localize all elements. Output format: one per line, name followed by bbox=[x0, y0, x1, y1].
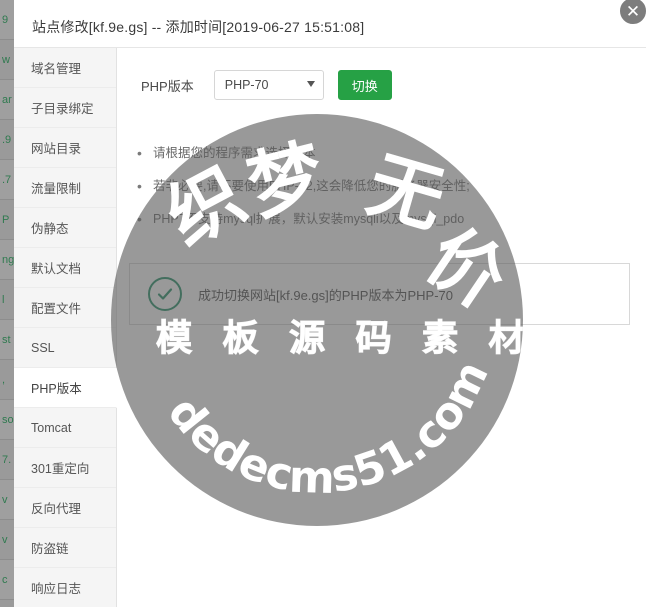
background-page-strip: 9 w ar .9 .7 P ng l st , so 7. v v c bbox=[0, 0, 14, 607]
dialog-sidebar: 域名管理 子目录绑定 网站目录 流量限制 伪静态 默认文档 配置文件 SSL P… bbox=[14, 48, 117, 607]
background-row: st bbox=[0, 320, 14, 360]
php-version-select[interactable]: PHP-70 bbox=[213, 70, 324, 100]
sidebar-item-response-log[interactable]: 响应日志 bbox=[14, 568, 116, 607]
background-row: so bbox=[0, 400, 14, 440]
background-row: v bbox=[0, 520, 14, 560]
background-row: 7. bbox=[0, 440, 14, 480]
sidebar-item-php-version[interactable]: PHP版本 bbox=[14, 368, 117, 408]
sidebar-item-config-file[interactable]: 配置文件 bbox=[14, 288, 116, 328]
php-notes-list: 请根据您的程序需求选择版本 若非必要,请不要使用PHP-52,这会降低您的服务器… bbox=[135, 145, 646, 228]
php-version-panel: PHP版本 PHP-70 切换 请根据您的程序需求选择版本 若非必要,请不要使用… bbox=[117, 48, 646, 607]
background-row: .9 bbox=[0, 120, 14, 160]
sidebar-item-tomcat[interactable]: Tomcat bbox=[14, 408, 116, 448]
sidebar-item-traffic-limit[interactable]: 流量限制 bbox=[14, 168, 116, 208]
success-alert-text: 成功切换网站[kf.9e.gs]的PHP版本为PHP-70 bbox=[198, 287, 453, 303]
background-row: .7 bbox=[0, 160, 14, 200]
background-row: ar bbox=[0, 80, 14, 120]
dialog-body: 域名管理 子目录绑定 网站目录 流量限制 伪静态 默认文档 配置文件 SSL P… bbox=[14, 48, 646, 607]
background-row: , bbox=[0, 360, 14, 400]
note-item: PHP7不支持mysql扩展，默认安装mysqli以及mysql_pdo bbox=[135, 211, 646, 228]
screen-root: 9 w ar .9 .7 P ng l st , so 7. v v c 站点修… bbox=[0, 0, 646, 607]
background-row: w bbox=[0, 40, 14, 80]
switch-button[interactable]: 切换 bbox=[337, 70, 392, 100]
sidebar-item-subdirectory-binding[interactable]: 子目录绑定 bbox=[14, 88, 116, 128]
success-alert: 成功切换网站[kf.9e.gs]的PHP版本为PHP-70 bbox=[129, 263, 630, 325]
site-edit-dialog: 站点修改[kf.9e.gs] -- 添加时间[2019-06-27 15:51:… bbox=[14, 0, 646, 607]
sidebar-item-pseudo-static[interactable]: 伪静态 bbox=[14, 208, 116, 248]
sidebar-item-website-directory[interactable]: 网站目录 bbox=[14, 128, 116, 168]
sidebar-item-ssl[interactable]: SSL bbox=[14, 328, 116, 368]
background-row: ng bbox=[0, 240, 14, 280]
sidebar-item-domain-management[interactable]: 域名管理 bbox=[14, 48, 116, 88]
php-version-select-wrapper: PHP-70 bbox=[213, 70, 324, 100]
dialog-titlebar: 站点修改[kf.9e.gs] -- 添加时间[2019-06-27 15:51:… bbox=[14, 6, 646, 48]
dialog-title: 站点修改[kf.9e.gs] -- 添加时间[2019-06-27 15:51:… bbox=[32, 18, 365, 35]
sidebar-item-reverse-proxy[interactable]: 反向代理 bbox=[14, 488, 116, 528]
sidebar-item-default-document[interactable]: 默认文档 bbox=[14, 248, 116, 288]
background-row: c bbox=[0, 560, 14, 600]
sidebar-item-301-redirect[interactable]: 301重定向 bbox=[14, 448, 116, 488]
check-circle-icon bbox=[148, 277, 182, 311]
php-version-row: PHP版本 PHP-70 切换 bbox=[117, 48, 646, 100]
note-item: 请根据您的程序需求选择版本 bbox=[135, 145, 646, 162]
sidebar-item-hotlink-protection[interactable]: 防盗链 bbox=[14, 528, 116, 568]
background-row: P bbox=[0, 200, 14, 240]
php-version-label: PHP版本 bbox=[141, 78, 194, 94]
note-item: 若非必要,请不要使用PHP-52,这会降低您的服务器安全性; bbox=[135, 178, 646, 195]
close-icon[interactable]: ✕ bbox=[618, 0, 646, 26]
background-row: 9 bbox=[0, 0, 14, 40]
background-row: l bbox=[0, 280, 14, 320]
background-row: v bbox=[0, 480, 14, 520]
